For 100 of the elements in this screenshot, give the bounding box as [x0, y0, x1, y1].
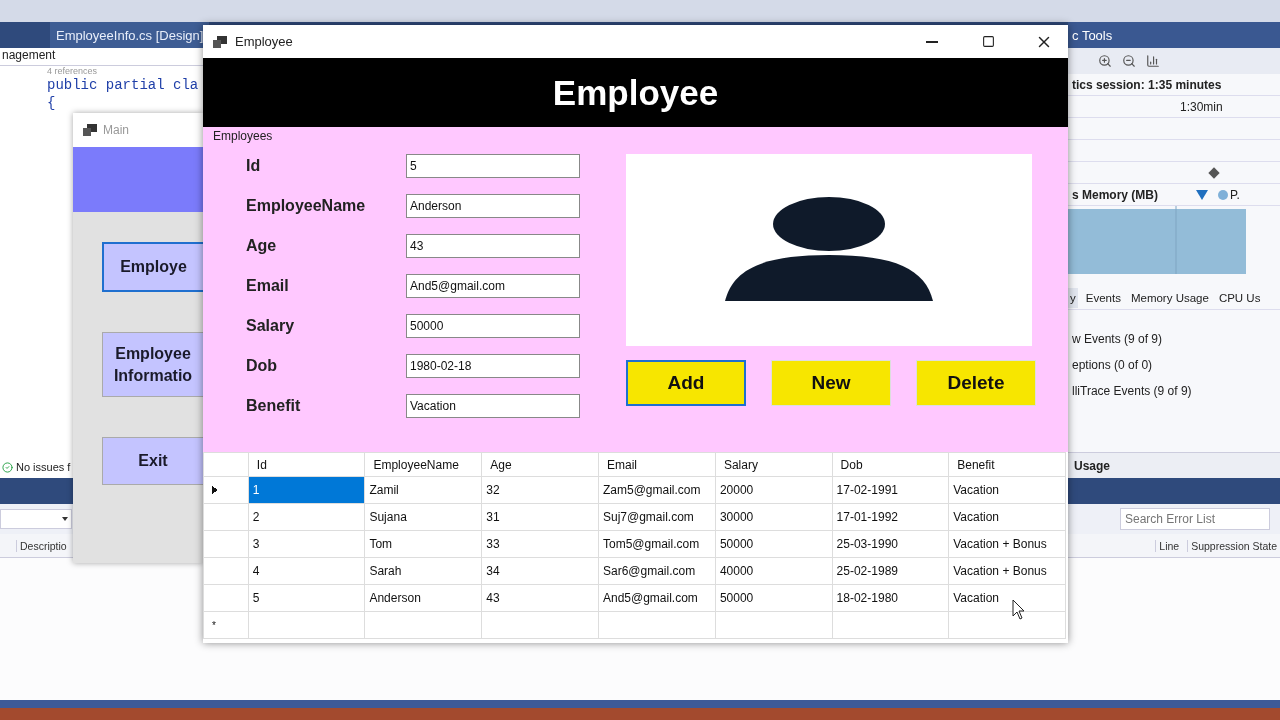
table-cell: Vacation: [948, 476, 1066, 504]
text-field[interactable]: Vacation: [406, 394, 580, 418]
table-cell: Tom: [364, 530, 482, 558]
menu-button[interactable]: Employe: [102, 242, 203, 292]
references-label: 4 references: [47, 66, 98, 76]
table-cell: 33: [481, 530, 599, 558]
field-label: Dob: [246, 357, 279, 375]
field-label: Id: [246, 157, 262, 175]
breadcrumb[interactable]: nagement: [2, 48, 56, 62]
menu-button[interactable]: Employee Informatio: [102, 332, 203, 397]
table-cell: Sarah: [364, 557, 482, 585]
table-cell: Vacation + Bonus: [948, 557, 1066, 585]
table-cell: Anderson: [364, 584, 482, 612]
menu-button[interactable]: Exit: [102, 437, 203, 485]
triangle-icon: [1196, 189, 1208, 200]
row-header[interactable]: [203, 476, 249, 504]
row-header[interactable]: *: [203, 611, 249, 639]
table-cell: 25-03-1990: [832, 530, 949, 558]
table-cell: Vacation + Bonus: [948, 530, 1066, 558]
table-cell: Sujana: [364, 503, 482, 531]
panel-tab[interactable]: y: [1068, 287, 1078, 308]
panel-tab[interactable]: CPU Us: [1216, 287, 1263, 308]
form-header: Employee: [203, 58, 1068, 127]
data-grid[interactable]: [203, 452, 1066, 639]
table-cell: Vacation: [948, 503, 1066, 531]
row-header[interactable]: [203, 584, 249, 612]
scope-dropdown[interactable]: [0, 509, 72, 529]
status-text: No issues f: [16, 461, 71, 473]
row-header[interactable]: [203, 530, 249, 558]
table-cell: 43: [481, 584, 599, 612]
table-cell: Zamil: [364, 476, 482, 504]
column-header[interactable]: Age: [481, 452, 599, 477]
table-cell: 20000: [715, 476, 833, 504]
event-marker-icon: [1208, 166, 1220, 179]
timeline-label: 1:30min: [1180, 99, 1223, 114]
column-header[interactable]: EmployeeName: [364, 452, 482, 477]
caret-icon: [62, 517, 68, 521]
table-cell: 17-02-1991: [832, 476, 949, 504]
column-header[interactable]: Benefit: [948, 452, 1066, 477]
table-cell: Sar6@gmail.com: [598, 557, 716, 585]
window-title: Main: [103, 123, 129, 137]
column-header[interactable]: Dob: [832, 452, 949, 477]
table-cell: 50000: [715, 530, 833, 558]
action-button[interactable]: Delete: [916, 360, 1036, 406]
table-cell: 2: [248, 503, 365, 531]
cursor-icon: [1012, 599, 1026, 621]
new-row-marker: *: [212, 619, 216, 631]
table-cell: Suj7@gmail.com: [598, 503, 716, 531]
window-title: Employee: [235, 34, 293, 49]
table-cell: 4: [248, 557, 365, 585]
person-silhouette-icon: [723, 197, 935, 303]
action-button[interactable]: Add: [626, 360, 746, 406]
table-cell: 3: [248, 530, 365, 558]
text-field[interactable]: Anderson: [406, 194, 580, 218]
session-text: tics session: 1:35 minutes: [1072, 77, 1222, 92]
column-header[interactable]: Salary: [715, 452, 833, 477]
maximize-icon: [981, 35, 995, 48]
text-field[interactable]: 1980-02-18: [406, 354, 580, 378]
zoom-in-icon[interactable]: [1098, 54, 1112, 68]
chart-icon[interactable]: [1146, 54, 1160, 68]
row-header[interactable]: [203, 557, 249, 585]
field-label: Email: [246, 277, 290, 295]
column-header[interactable]: Line: [1155, 539, 1188, 552]
field-label: Age: [246, 237, 278, 255]
row-header[interactable]: [203, 503, 249, 531]
corner-header: [203, 452, 249, 477]
table-cell: 50000: [715, 584, 833, 612]
legend-label: P.: [1230, 187, 1240, 202]
zoom-out-icon[interactable]: [1122, 54, 1136, 68]
field-label: Salary: [246, 317, 296, 335]
table-cell: Zam5@gmail.com: [598, 476, 716, 504]
table-cell: 32: [481, 476, 599, 504]
legend-dot: [1218, 189, 1228, 200]
action-button[interactable]: New: [771, 360, 891, 406]
group-label: Employees: [213, 129, 274, 143]
text-field[interactable]: And5@gmail.com: [406, 274, 580, 298]
column-header[interactable]: Id: [248, 452, 365, 477]
text-field[interactable]: 43: [406, 234, 580, 258]
document-tab[interactable]: EmployeeInfo.cs [Design]: [50, 22, 210, 48]
table-cell: 5: [248, 584, 365, 612]
column-header[interactable]: Suppression State: [1187, 539, 1280, 552]
event-filter-item[interactable]: lliTrace Events (9 of 9): [1072, 384, 1280, 398]
column-header[interactable]: Email: [598, 452, 716, 477]
field-label: Benefit: [246, 397, 302, 415]
event-filter-item[interactable]: w Events (9 of 9): [1072, 332, 1280, 346]
text-field[interactable]: 50000: [406, 314, 580, 338]
column-header[interactable]: Descriptio: [16, 539, 70, 552]
panel-tab[interactable]: Memory Usage: [1128, 287, 1211, 308]
table-cell: 34: [481, 557, 599, 585]
text-field[interactable]: 5: [406, 154, 580, 178]
app-icon: [83, 124, 97, 136]
app-icon: [213, 35, 227, 48]
panel-tab[interactable]: Events: [1083, 287, 1123, 308]
search-field[interactable]: Search Error List: [1120, 508, 1270, 530]
table-cell: 30000: [715, 503, 833, 531]
table-cell: 17-01-1992: [832, 503, 949, 531]
event-filter-item[interactable]: eptions (0 of 0): [1072, 358, 1280, 372]
table-cell: And5@gmail.com: [598, 584, 716, 612]
code-line: {: [47, 94, 56, 112]
table-cell: 18-02-1980: [832, 584, 949, 612]
